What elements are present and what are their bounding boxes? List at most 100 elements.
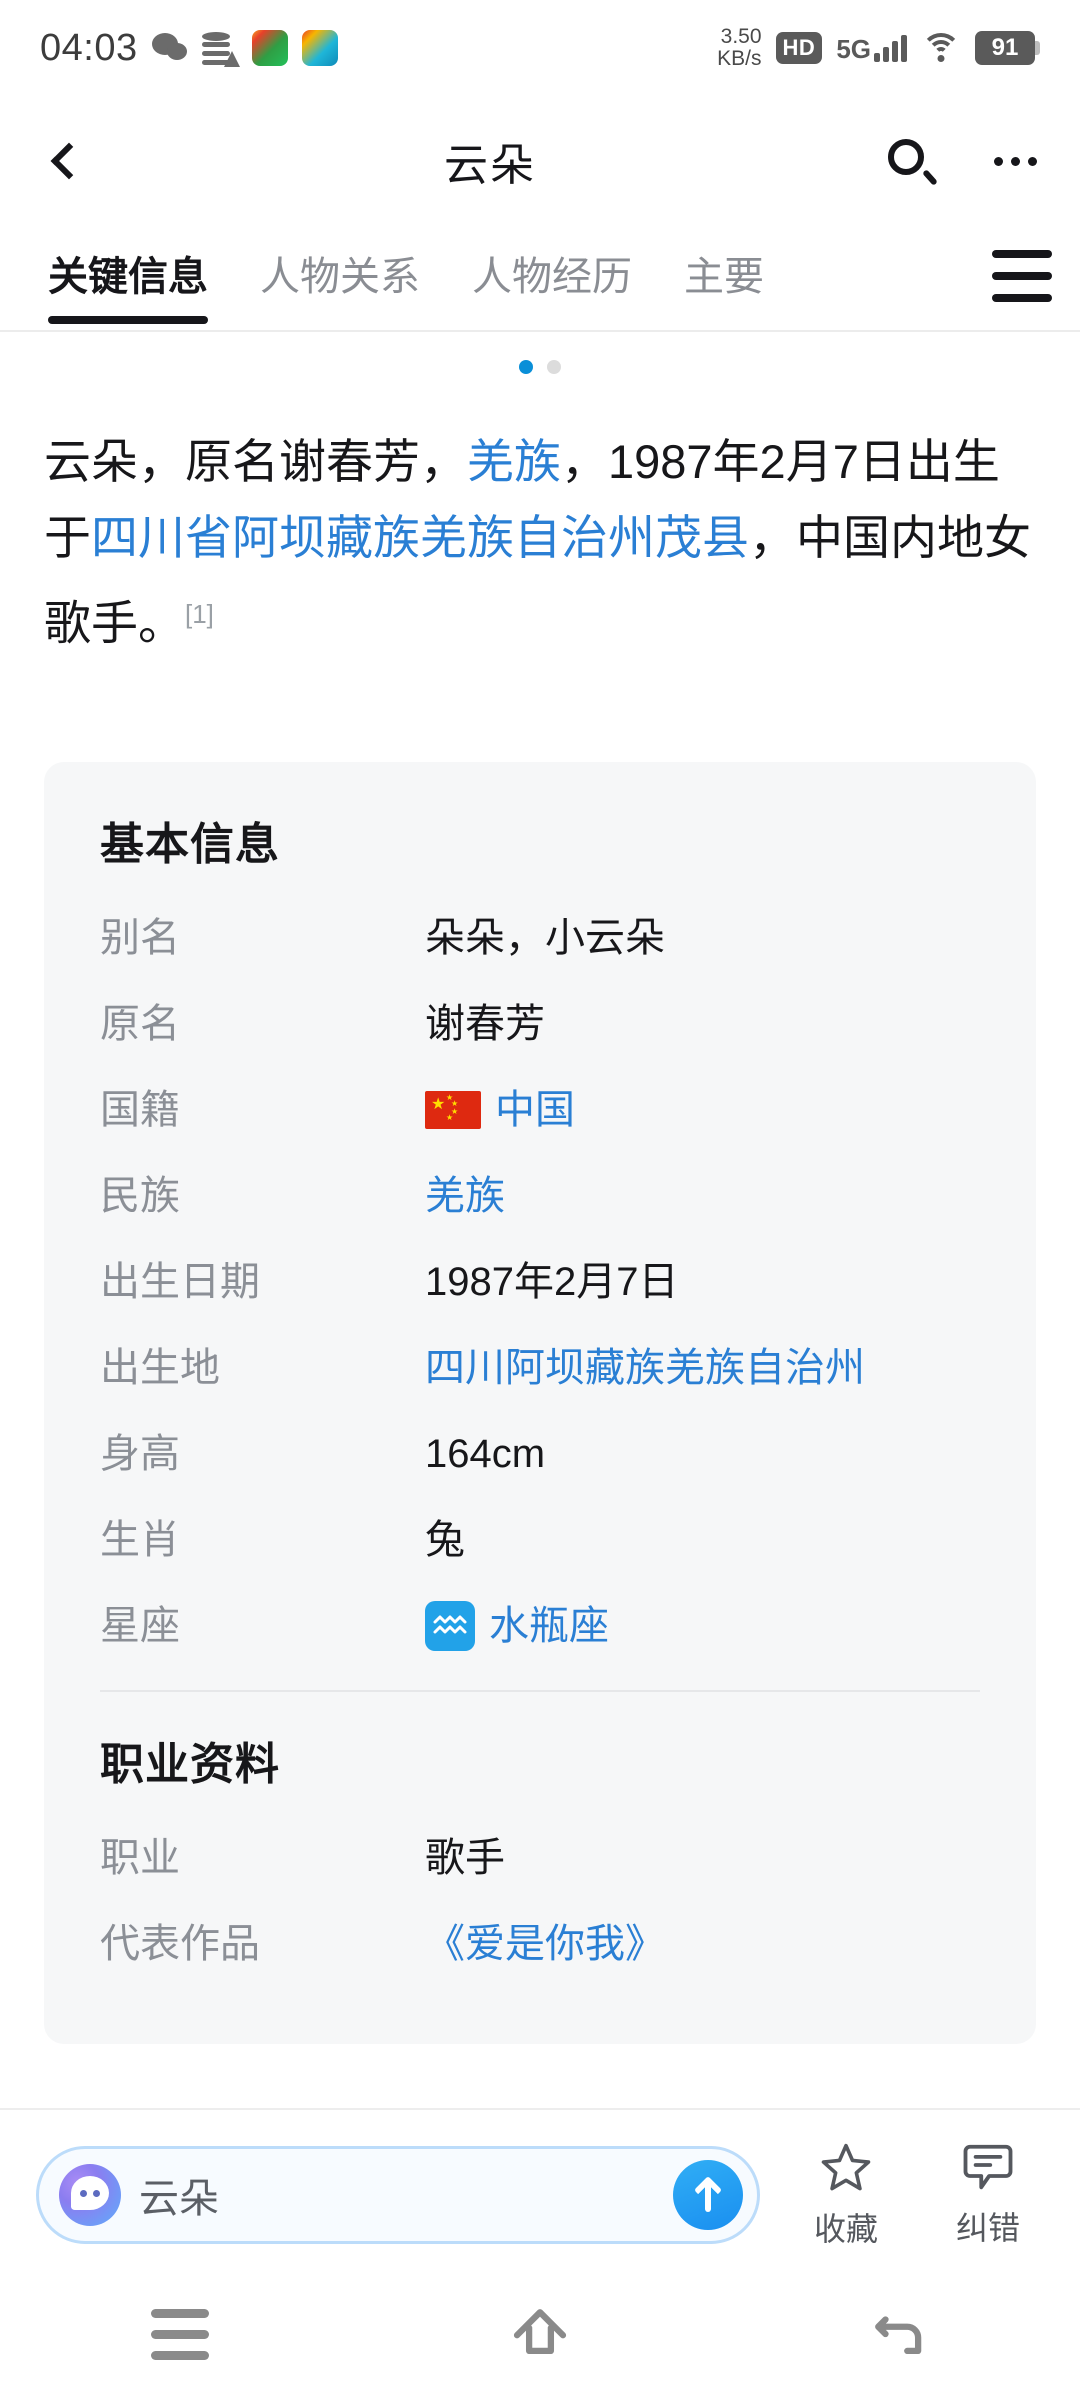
home-icon[interactable] [511, 2305, 569, 2363]
search-icon [888, 139, 938, 186]
info-row-birthdate: 出生日期 1987年2月7日 [100, 1252, 980, 1312]
info-label: 民族 [100, 1174, 180, 1218]
back-button[interactable] [0, 96, 130, 226]
cellular-signal: 5G [836, 34, 907, 65]
info-row-nationality: 国籍 ★ ★ ★ ★ ★ 中国 [100, 1080, 980, 1140]
comment-icon [963, 2144, 1013, 2190]
info-row-height: 身高 164cm [100, 1424, 980, 1484]
network-speed-value: 3.50 [720, 24, 762, 48]
app-header: 云朵 [0, 96, 1080, 226]
info-label: 星座 [100, 1604, 180, 1648]
search-input-value: 云朵 [139, 2177, 219, 2221]
intro-seg-1: 云朵，原名谢春芳， [44, 435, 467, 488]
intro-paragraph: 云朵，原名谢春芳，羌族，1987年2月7日出生于四川省阿坝藏族羌族自治州茂县，中… [44, 424, 1044, 662]
info-value: 1987年2月7日 [425, 1260, 679, 1304]
info-value[interactable]: 羌族 [425, 1166, 980, 1226]
tab-experience-label: 人物经历 [472, 255, 632, 299]
china-flag-icon: ★ ★ ★ ★ ★ [425, 1091, 481, 1129]
wechat-icon [151, 30, 188, 66]
info-value: 歌手 [425, 1836, 505, 1880]
info-row-constellation: 星座 水瓶座 [100, 1596, 980, 1656]
tab-bar-divider [0, 330, 1080, 332]
intro-link-birthplace[interactable]: 四川省阿坝藏族羌族自治州茂县 [91, 511, 749, 564]
favorite-button[interactable]: 收藏 [790, 2140, 902, 2250]
tab-bar: 关键信息 人物关系 人物经历 主要 [0, 226, 1080, 332]
tab-relations-label: 人物关系 [260, 255, 420, 299]
info-label: 代表作品 [100, 1922, 260, 1966]
pager-dot-active[interactable] [519, 360, 533, 374]
info-value[interactable]: 《爱是你我》 [425, 1914, 980, 1974]
bottom-action-bar: 云朵 收藏 纠错 [0, 2108, 1080, 2280]
recents-icon[interactable] [151, 2308, 209, 2360]
info-label: 职业 [100, 1836, 180, 1880]
pager-dots [0, 360, 1080, 374]
info-row-ethnicity: 民族 羌族 [100, 1166, 980, 1226]
info-row-zodiac-animal: 生肖 兔 [100, 1510, 980, 1570]
info-value[interactable]: 中国 [495, 1080, 575, 1140]
page-title: 云朵 [444, 141, 536, 190]
info-value[interactable]: 水瓶座 [489, 1596, 609, 1656]
status-bar-right: 3.50 KB/s HD 5G 91 [717, 24, 1040, 70]
info-value: 朵朵，小云朵 [425, 916, 665, 960]
battery-icon: 91 [975, 31, 1040, 65]
report-error-button[interactable]: 纠错 [932, 2141, 1044, 2249]
reference-marker[interactable]: [1] [185, 599, 214, 629]
status-bar: 04:03 3.50 KB/s HD 5G 91 [0, 0, 1080, 96]
info-value: 谢春芳 [425, 1002, 545, 1046]
status-clock: 04:03 [40, 26, 138, 69]
game-app-2-icon [301, 30, 338, 66]
report-error-label: 纠错 [955, 2210, 1020, 2246]
info-label: 国籍 [100, 1088, 180, 1132]
info-value: 兔 [425, 1518, 465, 1562]
tab-list: 关键信息 人物关系 人物经历 主要 [0, 226, 1080, 326]
intro-link-ethnicity[interactable]: 羌族 [467, 435, 561, 488]
more-icon [993, 156, 1003, 166]
status-bar-left: 04:03 [40, 27, 338, 70]
info-value[interactable]: 四川阿坝藏族羌族自治州 [425, 1338, 945, 1398]
more-button[interactable] [970, 156, 1080, 166]
submit-arrow-icon[interactable] [673, 2160, 743, 2230]
info-value-wrap: 水瓶座 [425, 1596, 980, 1656]
tab-main[interactable]: 主要 [684, 244, 764, 308]
info-card: 基本信息 别名 朵朵，小云朵 原名 谢春芳 国籍 ★ ★ ★ ★ ★ 中国 民族 羌… [44, 762, 1036, 2044]
hamburger-menu-icon[interactable] [992, 250, 1052, 302]
search-input[interactable]: 云朵 [36, 2146, 760, 2244]
info-label: 出生地 [100, 1346, 220, 1390]
info-label: 生肖 [100, 1518, 180, 1562]
favorite-label: 收藏 [813, 2211, 878, 2247]
star-icon [821, 2143, 871, 2191]
network-speed-unit: KB/s [717, 47, 762, 70]
chat-assistant-avatar-icon [59, 2164, 121, 2226]
data-saver-icon [201, 30, 240, 67]
search-button[interactable] [850, 139, 970, 186]
tab-relations[interactable]: 人物关系 [260, 244, 420, 308]
info-label: 别名 [100, 916, 180, 960]
info-label: 身高 [100, 1432, 180, 1476]
basic-info-title: 基本信息 [100, 820, 280, 869]
back-icon [50, 142, 88, 180]
info-row-notable-works: 代表作品 《爱是你我》 [100, 1914, 980, 1974]
game-app-1-icon [251, 30, 288, 66]
back-nav-icon[interactable] [871, 2305, 929, 2363]
tab-key-info[interactable]: 关键信息 [48, 244, 208, 324]
hd-icon: HD [775, 32, 823, 64]
career-info-title: 职业资料 [100, 1740, 280, 1789]
phone-screen: 04:03 3.50 KB/s HD 5G 91 云朵 关键信息 人物关系 人物… [0, 0, 1080, 2388]
info-row-alias: 别名 朵朵，小云朵 [100, 908, 980, 968]
card-section-divider [100, 1690, 980, 1692]
battery-percent: 91 [975, 31, 1035, 65]
wifi-icon [921, 33, 961, 63]
info-label: 出生日期 [100, 1260, 260, 1304]
info-row-original-name: 原名 谢春芳 [100, 994, 980, 1054]
info-row-occupation: 职业 歌手 [100, 1828, 980, 1888]
info-value-wrap: ★ ★ ★ ★ ★ 中国 [425, 1080, 980, 1140]
info-row-birthplace: 出生地 四川阿坝藏族羌族自治州 [100, 1338, 980, 1398]
tab-key-info-label: 关键信息 [48, 255, 208, 299]
info-value: 164cm [425, 1432, 546, 1476]
android-nav-bar [0, 2280, 1080, 2388]
aquarius-icon [425, 1601, 475, 1651]
info-label: 原名 [100, 1002, 180, 1046]
pager-dot[interactable] [547, 360, 561, 374]
tab-experience[interactable]: 人物经历 [472, 244, 632, 308]
network-type-label: 5G [836, 34, 871, 65]
